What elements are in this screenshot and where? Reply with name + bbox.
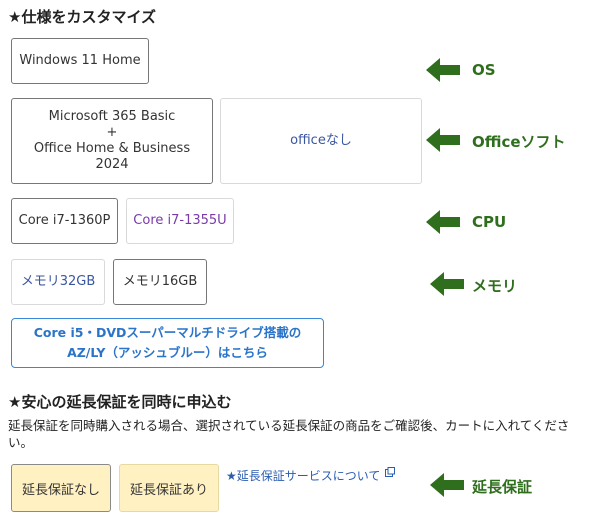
- office-option-microsoft-365[interactable]: Microsoft 365 Basic + Office Home & Busi…: [11, 98, 213, 184]
- annotation-memory: メモリ: [472, 277, 518, 295]
- customize-heading: ★仕様をカスタマイズ: [8, 8, 156, 26]
- os-option-windows-11-home[interactable]: Windows 11 Home: [11, 38, 149, 84]
- memory-option-32gb[interactable]: メモリ32GB: [11, 259, 105, 305]
- cpu-option-i7-1355u[interactable]: Core i7-1355U: [126, 198, 234, 244]
- office-option-line3: Office Home & Business: [33, 141, 191, 156]
- os-option-label: Windows 11 Home: [19, 53, 141, 68]
- office-option-none[interactable]: officeなし: [220, 98, 422, 184]
- left-arrow-icon: [426, 210, 460, 234]
- warranty-service-link[interactable]: ★延長保証サービスについて: [226, 467, 396, 484]
- annotation-os: OS: [472, 61, 496, 79]
- memory-option2-label: メモリ16GB: [122, 274, 198, 289]
- left-arrow-icon: [426, 128, 460, 152]
- annotation-cpu: CPU: [472, 213, 507, 231]
- warranty-note: 延長保証を同時購入される場合、選択されている延長保証の商品をご確認後、カートに入…: [8, 418, 570, 450]
- memory-option-16gb[interactable]: メモリ16GB: [113, 259, 207, 305]
- warranty-option-yes[interactable]: 延長保証あり: [119, 464, 219, 512]
- office-option-line1: Microsoft 365 Basic: [48, 109, 176, 124]
- annotation-warranty: 延長保証: [472, 478, 533, 496]
- cpu-option-i7-1360p[interactable]: Core i7-1360P: [11, 198, 118, 244]
- external-link-icon: [385, 467, 396, 477]
- left-arrow-icon: [426, 58, 460, 82]
- annotation-office: Officeソフト: [472, 133, 566, 151]
- office-option-line4: 2024: [95, 157, 129, 172]
- warranty-service-link-label: ★延長保証サービスについて: [226, 469, 381, 483]
- cpu-option2-label: Core i7-1355U: [133, 213, 227, 228]
- link-button-line2: AZ/LY（アッシュブルー）はこちら: [67, 345, 268, 360]
- left-arrow-icon: [430, 272, 464, 296]
- memory-option1-label: メモリ32GB: [20, 274, 96, 289]
- warranty-yes-label: 延長保証あり: [129, 482, 208, 498]
- link-button-line1: Core i5・DVDスーパーマルチドライブ搭載の: [33, 325, 302, 340]
- left-arrow-icon: [430, 473, 464, 497]
- core-i5-ashblue-link-button[interactable]: Core i5・DVDスーパーマルチドライブ搭載の AZ/LY（アッシュブルー）…: [11, 318, 324, 368]
- office-none-label: officeなし: [290, 133, 352, 148]
- cpu-option1-label: Core i7-1360P: [18, 213, 111, 228]
- warranty-none-label: 延長保証なし: [21, 482, 100, 498]
- warranty-option-none[interactable]: 延長保証なし: [11, 464, 111, 512]
- office-option-line2: +: [106, 125, 118, 140]
- warranty-heading: ★安心の延長保証を同時に申込む: [8, 393, 232, 411]
